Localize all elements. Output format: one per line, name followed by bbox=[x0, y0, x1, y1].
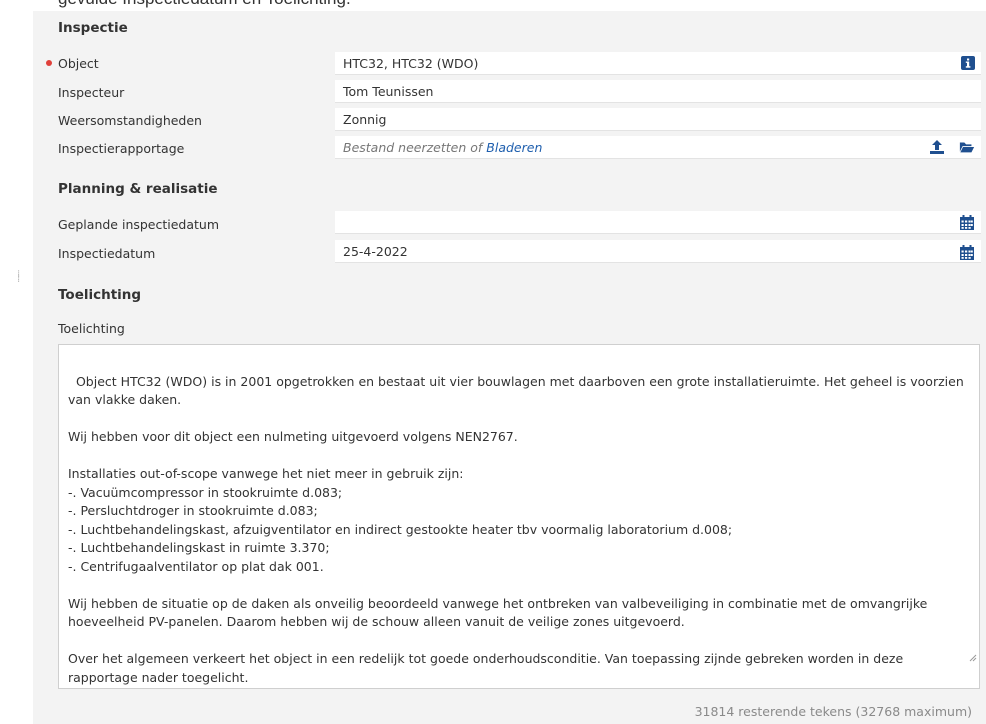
object-label: Object bbox=[58, 56, 99, 71]
required-indicator bbox=[46, 60, 52, 66]
section-title-toelichting: Toelichting bbox=[58, 287, 142, 303]
inspectiedatum-label: Inspectiedatum bbox=[58, 246, 156, 261]
character-counter: 31814 resterende tekens (32768 maximum) bbox=[694, 704, 972, 719]
toelichting-label: Toelichting bbox=[58, 321, 125, 336]
weersomstandigheden-label: Weersomstandigheden bbox=[58, 113, 202, 128]
drop-placeholder: Bestand neerzetten of bbox=[343, 140, 487, 155]
calendar-icon[interactable] bbox=[959, 214, 975, 230]
caption-text: gevulde Inspectiedatum en Toelichting. bbox=[58, 0, 351, 8]
inspectiedatum-value: 25-4-2022 bbox=[343, 244, 408, 259]
inspecteur-field[interactable]: Tom Teunissen bbox=[335, 80, 981, 103]
weersomstandigheden-field[interactable]: Zonnig bbox=[335, 108, 981, 131]
info-icon[interactable] bbox=[960, 55, 976, 71]
object-field[interactable]: HTC32, HTC32 (WDO) bbox=[335, 52, 981, 75]
toelichting-textarea[interactable]: Object HTC32 (WDO) is in 2001 opgetrokke… bbox=[58, 344, 980, 689]
browse-link[interactable]: Bladeren bbox=[486, 140, 542, 155]
inspecteur-value: Tom Teunissen bbox=[343, 84, 434, 99]
object-value: HTC32, HTC32 (WDO) bbox=[343, 56, 479, 71]
section-title-inspectie: Inspectie bbox=[58, 20, 128, 36]
inspectiedatum-field[interactable]: 25-4-2022 bbox=[335, 240, 981, 263]
inspectierapportage-label: Inspectierapportage bbox=[58, 141, 185, 156]
folder-open-icon[interactable] bbox=[959, 139, 975, 155]
upload-icon[interactable] bbox=[929, 139, 945, 155]
resize-grip-icon[interactable] bbox=[953, 631, 977, 687]
top-caption: gevulde Inspectiedatum en Toelichting. bbox=[58, 0, 351, 9]
section-title-planning: Planning & realisatie bbox=[58, 181, 218, 197]
calendar-icon[interactable] bbox=[959, 244, 975, 260]
geplande-inspectiedatum-field[interactable] bbox=[335, 211, 981, 234]
geplande-inspectiedatum-label: Geplande inspectiedatum bbox=[58, 217, 220, 232]
inspecteur-label: Inspecteur bbox=[58, 85, 125, 100]
drag-handle[interactable]: ⁞ ⁞ bbox=[17, 270, 21, 285]
toelichting-text: Object HTC32 (WDO) is in 2001 opgetrokke… bbox=[68, 373, 964, 685]
weersomstandigheden-value: Zonnig bbox=[343, 112, 387, 127]
file-drop-zone[interactable]: Bestand neerzetten of Bladeren bbox=[335, 136, 981, 159]
